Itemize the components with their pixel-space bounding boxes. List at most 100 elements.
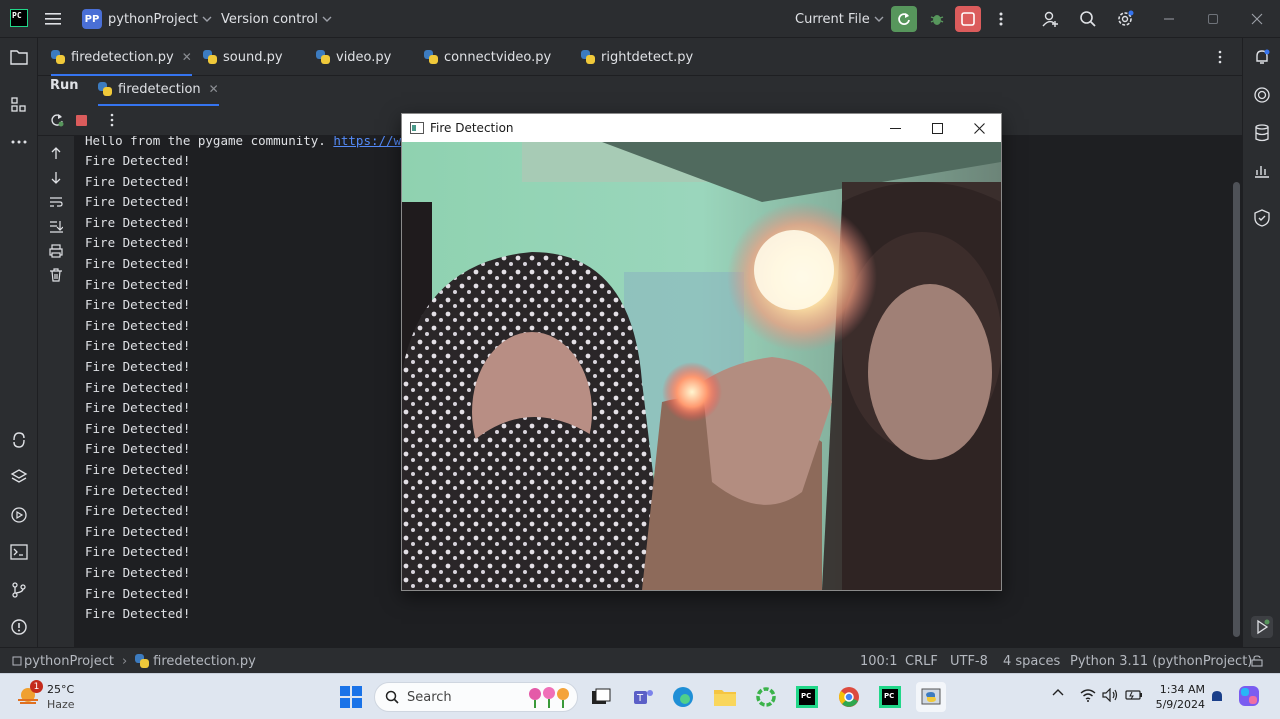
sciview-button[interactable] <box>1251 159 1273 181</box>
tab-firedetection[interactable]: firedetection.py ✕ <box>51 38 192 76</box>
project-tool-button[interactable] <box>8 46 30 68</box>
taskbar-search-box[interactable]: Search <box>374 682 578 712</box>
breadcrumb-file[interactable]: firedetection.py <box>153 654 256 669</box>
version-control-menu[interactable]: Version control <box>221 0 332 38</box>
window-restore-button[interactable] <box>1200 6 1226 32</box>
python-packages-button[interactable] <box>8 429 30 451</box>
teams-app[interactable]: T <box>628 682 658 712</box>
chrome-app[interactable] <box>834 682 864 712</box>
stop-small-button[interactable] <box>76 115 87 126</box>
close-icon[interactable]: ✕ <box>182 50 192 64</box>
network-button[interactable] <box>1080 688 1096 702</box>
stop-icon <box>961 12 975 26</box>
structure-tool-button[interactable] <box>8 94 30 116</box>
add-user-button[interactable] <box>1037 6 1063 32</box>
file-explorer-app[interactable] <box>710 682 740 712</box>
shield-icon <box>1254 209 1270 227</box>
rerun-button[interactable] <box>891 6 917 32</box>
git-tool-button[interactable] <box>8 579 30 601</box>
arrow-up-icon <box>51 147 61 159</box>
python-app-active[interactable] <box>916 682 946 712</box>
run-more-button[interactable] <box>110 113 114 127</box>
problems-tool-button[interactable] <box>8 616 30 638</box>
start-button[interactable] <box>336 682 366 712</box>
fire-window-close-button[interactable] <box>958 114 1000 142</box>
printer-icon <box>49 244 63 258</box>
volume-button[interactable] <box>1102 688 1118 702</box>
edge-app[interactable] <box>668 682 698 712</box>
security-button[interactable] <box>1251 207 1273 229</box>
tab-rightdetect[interactable]: rightdetect.py <box>581 38 693 76</box>
close-icon[interactable]: ✕ <box>209 82 219 96</box>
file-encoding[interactable]: UTF-8 <box>950 648 988 674</box>
terminal-tool-button[interactable] <box>8 541 30 563</box>
debug-button[interactable] <box>924 6 950 32</box>
fire-window-maximize-button[interactable] <box>916 114 958 142</box>
scroll-to-end-button[interactable] <box>49 219 63 233</box>
search-button[interactable] <box>1075 6 1101 32</box>
trash-icon <box>50 268 62 282</box>
database-button[interactable] <box>1251 122 1273 144</box>
project-selector[interactable]: PP pythonProject <box>82 0 212 38</box>
add-user-icon <box>1042 11 1058 27</box>
console-line: Fire Detected! <box>85 379 191 395</box>
weather-widget[interactable]: 1 <box>16 680 43 706</box>
line-separator[interactable]: CRLF <box>905 648 938 674</box>
ring-icon <box>756 687 776 707</box>
window-minimize-button[interactable] <box>1156 6 1182 32</box>
fire-detection-titlebar[interactable]: Fire Detection <box>402 114 1001 142</box>
breadcrumb-project[interactable]: pythonProject <box>24 654 114 669</box>
ai-assistant-button[interactable] <box>1251 84 1273 106</box>
console-scrollbar[interactable] <box>1233 182 1240 637</box>
scroll-down-button[interactable] <box>50 171 62 185</box>
tab-connectvideo[interactable]: connectvideo.py <box>424 38 551 76</box>
webcam-image <box>402 142 1001 590</box>
more-actions-button[interactable] <box>988 6 1014 32</box>
clear-all-button[interactable] <box>49 268 63 282</box>
python-interpreter[interactable]: Python 3.11 (pythonProject) <box>1070 648 1252 674</box>
pycharm-app-2[interactable]: PC <box>875 682 905 712</box>
tab-options-button[interactable] <box>1218 38 1222 76</box>
console-line: Hello from the pygame community. https:/… <box>85 136 401 148</box>
main-menu-button[interactable] <box>45 0 63 38</box>
console-line: Fire Detected! <box>85 317 191 333</box>
show-hidden-icons-button[interactable] <box>1052 688 1064 696</box>
soft-wrap-button[interactable] <box>49 196 63 208</box>
structure-icon <box>11 97 26 112</box>
console-link[interactable]: https://w <box>333 136 401 148</box>
fire-detection-window[interactable]: Fire Detection <box>401 113 1002 591</box>
clock-time[interactable]: 1:34 AM <box>1157 683 1205 696</box>
notifications-button[interactable] <box>1251 46 1273 68</box>
fire-window-minimize-button[interactable] <box>874 114 916 142</box>
folder-icon <box>10 50 28 65</box>
pycharm-logo-icon[interactable]: PC <box>10 9 28 27</box>
task-view-button[interactable] <box>586 682 616 712</box>
battery-button[interactable] <box>1125 688 1143 702</box>
caret-position[interactable]: 100:1 <box>860 648 897 674</box>
copilot-button[interactable] <box>1238 685 1260 707</box>
scroll-up-button[interactable] <box>50 146 62 160</box>
run-panel-header: Run firedetection ✕ <box>38 76 1242 106</box>
window-close-button[interactable] <box>1244 6 1270 32</box>
tab-video[interactable]: video.py <box>316 38 391 76</box>
services-tool-button[interactable] <box>8 504 30 526</box>
rerun-small-button[interactable] <box>50 113 64 127</box>
run-config-selector[interactable]: Current File <box>795 0 884 38</box>
tab-label: sound.py <box>223 49 283 65</box>
spinner-app[interactable] <box>751 682 781 712</box>
settings-button[interactable] <box>1112 6 1138 32</box>
weather-desc: Haze <box>47 698 75 711</box>
pycharm-app-1[interactable]: PC <box>792 682 822 712</box>
indent-setting[interactable]: 4 spaces <box>1003 648 1060 674</box>
run-widget-button[interactable] <box>1251 616 1273 638</box>
layers-tool-button[interactable] <box>8 466 30 488</box>
clock-date[interactable]: 5/9/2024 <box>1153 698 1205 711</box>
notification-center-button[interactable] <box>1210 689 1224 705</box>
more-tools-button[interactable] <box>8 131 30 153</box>
tab-sound[interactable]: sound.py <box>203 38 283 76</box>
lock-icon[interactable] <box>1251 648 1263 674</box>
run-tab-firedetection[interactable]: firedetection ✕ <box>98 72 219 106</box>
breadcrumb: pythonProject › firedetection.py <box>12 648 256 674</box>
stop-button[interactable] <box>955 6 981 32</box>
print-button[interactable] <box>49 244 63 258</box>
